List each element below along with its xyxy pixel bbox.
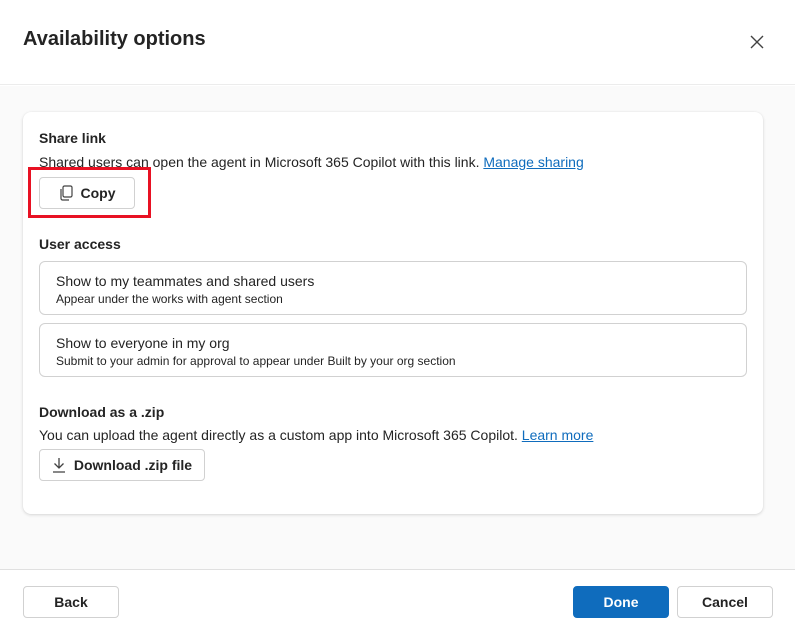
copy-icon <box>59 185 73 201</box>
cancel-button[interactable]: Cancel <box>677 586 773 618</box>
dialog-body: Share link Shared users can open the age… <box>0 86 795 569</box>
option-teammates-description: Appear under the works with agent sectio… <box>56 292 283 306</box>
download-icon <box>52 458 65 473</box>
option-everyone-title: Show to everyone in my org <box>56 335 230 351</box>
dialog-title: Availability options <box>23 28 206 50</box>
back-button[interactable]: Back <box>23 586 119 618</box>
share-link-title: Share link <box>39 130 106 146</box>
close-icon <box>750 35 764 49</box>
download-title: Download as a .zip <box>39 404 165 420</box>
options-card: Share link Shared users can open the age… <box>23 112 763 514</box>
dialog-footer: Back Done Cancel <box>0 569 795 635</box>
copy-label: Copy <box>80 185 116 201</box>
copy-button[interactable]: Copy <box>39 177 135 209</box>
user-access-title: User access <box>39 236 121 252</box>
download-text: You can upload the agent directly as a c… <box>39 427 518 443</box>
option-everyone-description: Submit to your admin for approval to app… <box>56 354 456 368</box>
option-teammates-title: Show to my teammates and shared users <box>56 273 315 289</box>
download-zip-button[interactable]: Download .zip file <box>39 449 205 481</box>
dialog-header: Availability options <box>0 0 795 85</box>
download-zip-label: Download .zip file <box>73 457 193 473</box>
option-everyone[interactable]: Show to everyone in my org Submit to you… <box>39 323 747 377</box>
download-description: You can upload the agent directly as a c… <box>39 427 593 443</box>
learn-more-link[interactable]: Learn more <box>522 427 594 443</box>
done-button[interactable]: Done <box>573 586 669 618</box>
manage-sharing-link[interactable]: Manage sharing <box>483 154 583 170</box>
close-button[interactable] <box>744 29 770 55</box>
option-teammates[interactable]: Show to my teammates and shared users Ap… <box>39 261 747 315</box>
availability-dialog: Availability options Share link Shared u… <box>0 0 795 635</box>
